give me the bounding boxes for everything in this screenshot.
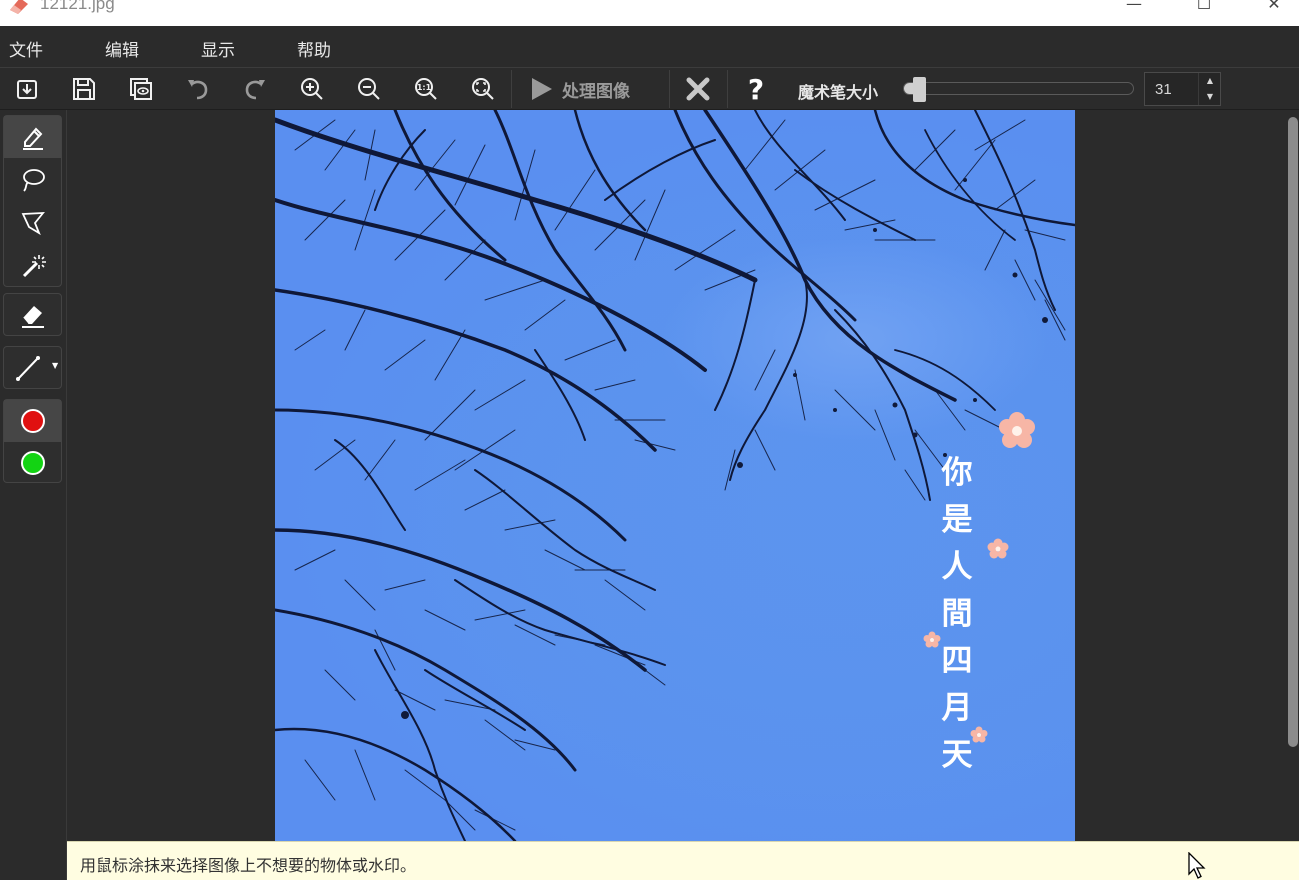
brush-size-label: 魔术笔大小 bbox=[798, 83, 879, 102]
zoom-actual-button[interactable]: 1:1 bbox=[409, 73, 443, 105]
process-image-button[interactable]: 处理图像 bbox=[528, 73, 630, 105]
menu-edit[interactable]: 编辑 bbox=[105, 36, 139, 61]
poem-char: 四 bbox=[941, 643, 973, 679]
color-red-tool[interactable] bbox=[4, 400, 61, 442]
status-bar: 用鼠标涂抹来选择图像上不想要的物体或水印。 bbox=[67, 841, 1299, 880]
polygon-lasso-tool[interactable] bbox=[4, 202, 61, 244]
color-green-tool[interactable] bbox=[4, 442, 61, 484]
marker-icon bbox=[22, 127, 43, 150]
toolbar-separator bbox=[727, 70, 728, 108]
tool-panel: ▼ bbox=[0, 110, 67, 880]
open-icon bbox=[17, 80, 37, 99]
compare-icon bbox=[130, 78, 152, 100]
zoom-in-icon bbox=[301, 78, 323, 100]
minimize-button[interactable]: — bbox=[1114, 0, 1154, 16]
eraser-tools bbox=[3, 293, 62, 336]
window-title: 12121.jpg bbox=[40, 0, 115, 13]
zoom-out-button[interactable] bbox=[352, 73, 386, 105]
marker-tool[interactable] bbox=[4, 116, 61, 158]
help-button[interactable]: ? bbox=[739, 72, 773, 106]
poem-text: 你 是 人 間 四 月 天 bbox=[937, 450, 977, 779]
zoom-fit-icon bbox=[472, 78, 494, 100]
process-image-label: 处理图像 bbox=[562, 81, 630, 102]
magic-wand-icon bbox=[22, 255, 46, 278]
spin-down-icon[interactable]: ▼ bbox=[1199, 89, 1221, 105]
zoom-out-icon bbox=[358, 78, 380, 100]
line-tools: ▼ bbox=[3, 346, 62, 389]
menu-file[interactable]: 文件 bbox=[9, 36, 43, 61]
menu-bar: 文件 编辑 显示 帮助 bbox=[0, 26, 1299, 67]
eraser-icon bbox=[21, 306, 44, 328]
lasso-icon bbox=[22, 169, 45, 192]
zoom-in-button[interactable] bbox=[295, 73, 329, 105]
mouse-cursor-icon bbox=[1188, 852, 1206, 879]
spin-up-icon[interactable]: ▲ bbox=[1199, 73, 1221, 89]
green-color-swatch bbox=[20, 451, 45, 475]
line-icon bbox=[16, 356, 40, 381]
undo-button[interactable] bbox=[181, 73, 215, 105]
zoom-fit-button[interactable] bbox=[466, 73, 500, 105]
magic-wand-tool[interactable] bbox=[4, 245, 61, 287]
play-icon bbox=[532, 78, 552, 100]
zoom-actual-icon: 1:1 bbox=[415, 78, 437, 100]
poem-char: 是 bbox=[941, 502, 973, 538]
redo-icon bbox=[245, 80, 265, 100]
brush-size-value[interactable]: 31 bbox=[1155, 81, 1172, 98]
svg-text:1:1: 1:1 bbox=[417, 83, 432, 92]
red-color-swatch bbox=[20, 409, 45, 433]
clear-button[interactable] bbox=[681, 73, 715, 105]
lasso-tool[interactable] bbox=[4, 159, 61, 201]
brush-size-spinbox[interactable]: 31 ▲ ▼ bbox=[1144, 72, 1221, 106]
spin-arrows: ▲ ▼ bbox=[1198, 73, 1220, 105]
save-button[interactable] bbox=[67, 73, 101, 105]
poem-char: 間 bbox=[941, 596, 973, 632]
image-canvas[interactable]: 你 是 人 間 四 月 天 bbox=[275, 110, 1075, 841]
line-tool[interactable] bbox=[4, 347, 52, 389]
menu-view[interactable]: 显示 bbox=[201, 36, 235, 61]
eraser-tool[interactable] bbox=[4, 294, 61, 336]
app-window: 12121.jpg — ☐ ✕ 文件 编辑 显示 帮助 1:1 处理图像 ? 魔… bbox=[0, 0, 1299, 880]
help-icon: ? bbox=[747, 72, 765, 106]
open-button[interactable] bbox=[10, 73, 44, 105]
toolbar-separator bbox=[669, 70, 670, 108]
scroll-thumb[interactable] bbox=[1288, 117, 1298, 747]
app-eraser-icon bbox=[10, 0, 28, 14]
close-button[interactable]: ✕ bbox=[1254, 0, 1294, 16]
compare-button[interactable] bbox=[124, 73, 158, 105]
menu-help[interactable]: 帮助 bbox=[297, 36, 331, 61]
poem-char: 你 bbox=[941, 455, 973, 491]
selection-tools bbox=[3, 115, 62, 287]
toolbar-separator bbox=[511, 70, 512, 108]
line-dropdown-icon[interactable]: ▼ bbox=[52, 361, 58, 370]
vertical-scrollbar[interactable] bbox=[1287, 110, 1299, 841]
polygon-lasso-icon bbox=[21, 212, 45, 236]
poem-char: 天 bbox=[941, 737, 973, 773]
poem-char: 人 bbox=[941, 549, 973, 585]
color-tools bbox=[3, 399, 62, 483]
title-bar: 12121.jpg — ☐ ✕ bbox=[0, 0, 1299, 26]
maximize-button[interactable]: ☐ bbox=[1184, 0, 1224, 16]
clear-icon bbox=[686, 77, 710, 101]
redo-button[interactable] bbox=[238, 73, 272, 105]
canvas-area[interactable]: 你 是 人 間 四 月 天 bbox=[68, 110, 1287, 841]
slider-handle[interactable] bbox=[913, 77, 926, 102]
poem-char: 月 bbox=[941, 690, 973, 726]
status-message: 用鼠标涂抹来选择图像上不想要的物体或水印。 bbox=[80, 856, 417, 875]
save-icon bbox=[73, 78, 95, 100]
toolbar: 1:1 处理图像 ? 魔术笔大小 31 ▲ ▼ bbox=[0, 67, 1299, 110]
brush-size-slider[interactable] bbox=[903, 77, 1134, 102]
undo-icon bbox=[188, 80, 208, 100]
